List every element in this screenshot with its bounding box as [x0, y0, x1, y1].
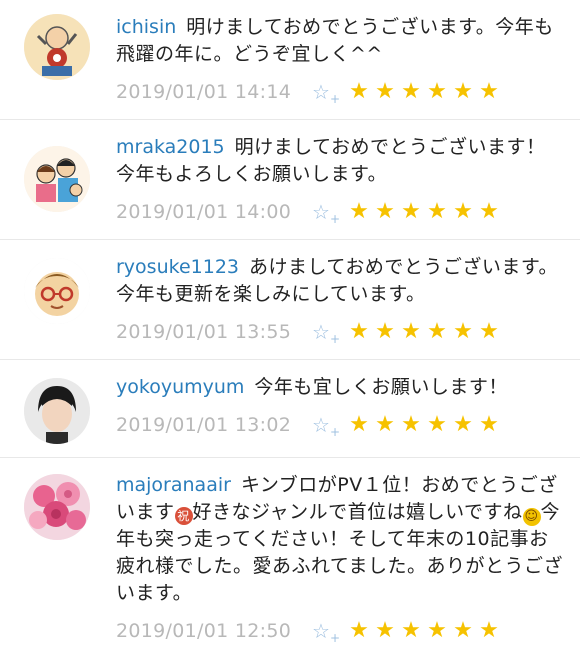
smile-emoji-icon: ☺: [522, 508, 541, 526]
star-icon: ★: [401, 199, 421, 224]
add-star-icon[interactable]: ☆ +: [312, 413, 340, 439]
star-icon: ★: [349, 412, 369, 437]
star-icon: ★: [375, 199, 395, 224]
comment-body: ryosuke1123 あけましておめでとうございます。今年も更新を楽しみにしてい…: [116, 254, 564, 345]
avatar-icon: [24, 378, 90, 444]
star-icon: ★: [427, 618, 447, 643]
comment-meta: 2019/01/01 13:55 ☆ + ★ ★ ★ ★ ★ ★: [116, 319, 504, 346]
comment-meta: 2019/01/01 13:02 ☆ + ★ ★ ★ ★ ★ ★: [116, 412, 504, 439]
avatar-ichisin[interactable]: [24, 14, 90, 80]
celebration-emoji-icon: 祝: [174, 507, 193, 525]
star-icon: ★: [453, 199, 473, 224]
comment-body: yokoyumyum 今年も宜しくお願いします！ 2019/01/01 13:02…: [116, 374, 564, 438]
star-rating: ★ ★ ★ ★ ★ ★: [348, 201, 504, 223]
star-icon: ★: [401, 412, 421, 437]
comment-text: ryosuke1123 あけましておめでとうございます。今年も更新を楽しみにしてい…: [116, 254, 564, 308]
username-link[interactable]: majoranaair: [116, 474, 231, 496]
avatar-icon: [24, 258, 90, 324]
plus-glyph: +: [329, 631, 340, 645]
star-icon: ★: [375, 618, 395, 643]
star-icon: ★: [401, 79, 421, 104]
avatar-majoranaair[interactable]: [24, 474, 90, 540]
star-icon: ★: [453, 412, 473, 437]
star-icon: ★: [349, 618, 369, 643]
star-icon: ★: [479, 79, 499, 104]
username-link[interactable]: yokoyumyum: [116, 376, 244, 398]
star-icon: ★: [427, 319, 447, 344]
comment-item: mraka2015 明けましておめでとうございます！今年もよろしくお願いします。 …: [0, 120, 580, 240]
comment-text: yokoyumyum 今年も宜しくお願いします！: [116, 374, 564, 401]
plus-glyph: +: [329, 332, 340, 346]
avatar-icon: [24, 474, 90, 540]
avatar-yokoyumyum[interactable]: [24, 378, 90, 444]
star-rating: ★ ★ ★ ★ ★ ★: [348, 620, 504, 642]
comment-meta: 2019/01/01 14:00 ☆ + ★ ★ ★ ★ ★ ★: [116, 199, 504, 226]
plus-glyph: +: [329, 92, 340, 106]
comment-meta: 2019/01/01 12:50 ☆ + ★ ★ ★ ★ ★ ★: [116, 618, 504, 645]
plus-glyph: +: [329, 425, 340, 439]
star-icon: ★: [375, 412, 395, 437]
star-icon: ★: [453, 79, 473, 104]
comment-date: 2019/01/01 13:02: [116, 414, 292, 436]
add-star-glyph: ☆: [312, 200, 330, 224]
username-link[interactable]: ichisin: [116, 16, 176, 38]
star-icon: ★: [427, 79, 447, 104]
comment-date: 2019/01/01 13:55: [116, 321, 292, 343]
add-star-icon[interactable]: ☆ +: [312, 320, 340, 346]
comment-meta: 2019/01/01 14:14 ☆ + ★ ★ ★ ★ ★ ★: [116, 79, 504, 106]
comment-message: 明けましておめでとうございます。今年も飛躍の年に。どうぞ宜しく^^: [116, 16, 554, 65]
star-icon: ★: [479, 199, 499, 224]
avatar-mraka2015[interactable]: [24, 146, 90, 212]
username-link[interactable]: ryosuke1123: [116, 256, 239, 278]
star-icon: ★: [479, 412, 499, 437]
comment-item: ichisin 明けましておめでとうございます。今年も飛躍の年に。どうぞ宜しく^^…: [0, 0, 580, 120]
star-icon: ★: [401, 319, 421, 344]
add-star-icon[interactable]: ☆ +: [312, 80, 340, 106]
avatar-icon: [24, 146, 90, 212]
plus-glyph: +: [329, 212, 340, 226]
add-star-glyph: ☆: [312, 413, 330, 437]
star-icon: ★: [453, 618, 473, 643]
avatar-ryosuke1123[interactable]: [24, 258, 90, 324]
comment-date: 2019/01/01 14:14: [116, 81, 292, 103]
star-rating: ★ ★ ★ ★ ★ ★: [348, 81, 504, 103]
comment-item: majoranaair キンブロがPV１位！おめでとうございます祝好きなジャンルで…: [0, 458, 580, 644]
star-icon: ★: [349, 79, 369, 104]
add-star-glyph: ☆: [312, 320, 330, 344]
comment-date: 2019/01/01 14:00: [116, 201, 292, 223]
comment-body: majoranaair キンブロがPV１位！おめでとうございます祝好きなジャンルで…: [116, 472, 564, 644]
comment-message: 今年も宜しくお願いします！: [254, 376, 508, 398]
star-icon: ★: [375, 79, 395, 104]
star-icon: ★: [349, 199, 369, 224]
comment-message-part2: 好きなジャンルで首位は嬉しいですね: [192, 501, 523, 523]
star-icon: ★: [401, 618, 421, 643]
comment-text: mraka2015 明けましておめでとうございます！今年もよろしくお願いします。: [116, 134, 564, 188]
avatar-icon: [24, 14, 90, 80]
star-icon: ★: [427, 199, 447, 224]
star-icon: ★: [349, 319, 369, 344]
comment-text: majoranaair キンブロがPV１位！おめでとうございます祝好きなジャンルで…: [116, 472, 564, 607]
comment-body: ichisin 明けましておめでとうございます。今年も飛躍の年に。どうぞ宜しく^^…: [116, 14, 564, 105]
star-rating: ★ ★ ★ ★ ★ ★: [348, 321, 504, 343]
star-rating: ★ ★ ★ ★ ★ ★: [348, 414, 504, 436]
comment-date: 2019/01/01 12:50: [116, 620, 292, 642]
add-star-glyph: ☆: [312, 619, 330, 643]
comment-body: mraka2015 明けましておめでとうございます！今年もよろしくお願いします。 …: [116, 134, 564, 225]
star-icon: ★: [479, 618, 499, 643]
comment-text: ichisin 明けましておめでとうございます。今年も飛躍の年に。どうぞ宜しく^^: [116, 14, 564, 68]
star-icon: ★: [427, 412, 447, 437]
username-link[interactable]: mraka2015: [116, 136, 225, 158]
add-star-glyph: ☆: [312, 80, 330, 104]
comment-list: ichisin 明けましておめでとうございます。今年も飛躍の年に。どうぞ宜しく^^…: [0, 0, 580, 644]
star-icon: ★: [479, 319, 499, 344]
star-icon: ★: [453, 319, 473, 344]
comment-item: ryosuke1123 あけましておめでとうございます。今年も更新を楽しみにしてい…: [0, 240, 580, 360]
star-icon: ★: [375, 319, 395, 344]
add-star-icon[interactable]: ☆ +: [312, 619, 340, 645]
add-star-icon[interactable]: ☆ +: [312, 200, 340, 226]
comment-item: yokoyumyum 今年も宜しくお願いします！ 2019/01/01 13:02…: [0, 360, 580, 458]
